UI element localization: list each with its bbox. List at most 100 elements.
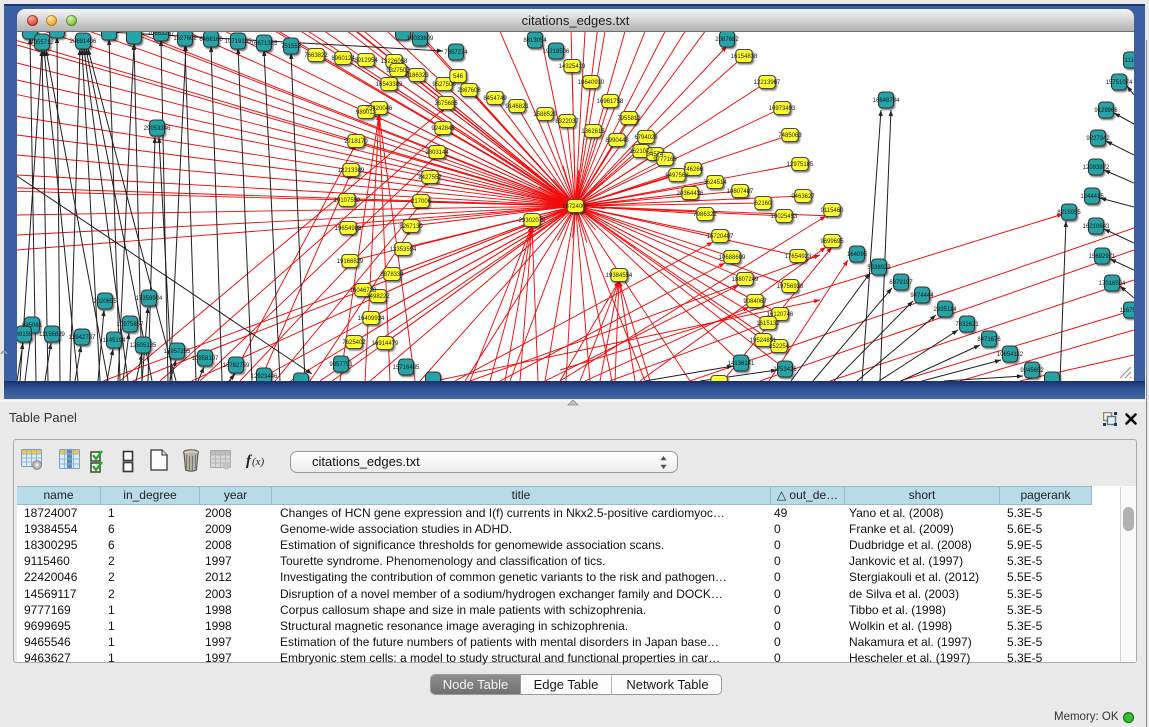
svg-text:6497568: 6497568 — [665, 173, 689, 179]
svg-text:23302075: 23302075 — [519, 218, 546, 224]
svg-text:16648784: 16648784 — [873, 98, 900, 104]
svg-text:8912954: 8912954 — [354, 58, 378, 64]
svg-text:7663822: 7663822 — [304, 53, 328, 59]
svg-text:16782759: 16782759 — [223, 363, 250, 369]
svg-text:17016504: 17016504 — [1099, 281, 1126, 287]
svg-text:1112: 1112 — [1125, 58, 1134, 64]
svg-text:17359924: 17359924 — [136, 296, 163, 302]
svg-text:14136141: 14136141 — [728, 361, 755, 367]
svg-text:2935114: 2935114 — [934, 307, 958, 313]
svg-text:7632621: 7632621 — [955, 322, 979, 328]
svg-text:3675685: 3675685 — [434, 101, 458, 107]
svg-text:19654988: 19654988 — [335, 226, 362, 232]
svg-text:12942737: 12942737 — [69, 335, 96, 341]
svg-text:19166829: 19166829 — [337, 259, 364, 265]
svg-text:2020655: 2020655 — [93, 299, 117, 305]
svg-text:10654112: 10654112 — [997, 352, 1024, 358]
svg-text:835061: 835061 — [22, 323, 43, 329]
svg-text:9463627: 9463627 — [791, 194, 815, 200]
svg-text:1244415: 1244415 — [1080, 194, 1104, 200]
svg-text:7955812: 7955812 — [617, 116, 641, 122]
svg-text:7357274: 7357274 — [444, 50, 468, 56]
svg-text:751552: 751552 — [281, 44, 302, 50]
svg-text:8960124: 8960124 — [331, 56, 355, 62]
svg-text:7625402: 7625402 — [342, 340, 366, 346]
svg-text:10653267: 10653267 — [148, 32, 175, 37]
svg-text:16914479: 16914479 — [372, 341, 399, 347]
svg-text:18640910: 18640910 — [578, 80, 605, 86]
svg-text:16543382: 16543382 — [376, 82, 403, 88]
svg-text:17957255: 17957255 — [164, 349, 191, 355]
svg-text:8990448: 8990448 — [605, 138, 629, 144]
svg-text:10025453: 10025453 — [771, 214, 798, 220]
svg-text:9699695: 9699695 — [820, 239, 844, 245]
svg-text:10719155: 10719155 — [225, 39, 252, 45]
svg-text:1145194: 1145194 — [103, 338, 127, 344]
svg-text:19218506: 19218506 — [543, 49, 570, 55]
svg-text:9146821: 9146821 — [505, 104, 529, 110]
svg-text:10973493: 10973493 — [769, 106, 796, 112]
svg-text:18807249: 18807249 — [732, 277, 759, 283]
svg-text:18724007: 18724007 — [562, 204, 589, 210]
svg-text:9084067: 9084067 — [743, 299, 767, 305]
svg-text:9129966: 9129966 — [1094, 108, 1118, 114]
svg-text:16033809: 16033809 — [407, 36, 434, 42]
svg-text:9527508: 9527508 — [432, 82, 456, 88]
svg-text:1615132: 1615132 — [756, 321, 780, 327]
svg-text:8878334: 8878334 — [380, 272, 404, 278]
svg-text:546: 546 — [453, 74, 464, 80]
svg-text:6794028: 6794028 — [634, 135, 658, 141]
svg-text:16154838: 16154838 — [731, 54, 758, 60]
svg-text:16961758: 16961758 — [597, 99, 624, 105]
svg-text:8454749: 8454749 — [483, 96, 507, 102]
svg-text:9242845: 9242845 — [431, 126, 455, 132]
svg-text:252254: 252254 — [769, 344, 790, 350]
svg-text:13353594: 13353594 — [390, 247, 417, 253]
svg-text:4055712: 4055712 — [30, 40, 54, 46]
svg-text:7986322: 7986322 — [693, 212, 717, 218]
svg-text:989013: 989013 — [356, 110, 377, 116]
svg-text:8186323: 8186323 — [405, 73, 429, 79]
svg-text:1167533: 1167533 — [1120, 308, 1134, 314]
svg-text:1753426: 1753426 — [773, 367, 797, 373]
svg-text:5938923: 5938923 — [867, 265, 891, 271]
svg-text:20364436: 20364436 — [677, 191, 704, 197]
svg-text:19756928: 19756928 — [777, 284, 804, 290]
svg-text:16210643: 16210643 — [1083, 224, 1110, 230]
svg-text:10975857: 10975857 — [117, 322, 144, 328]
svg-text:8813054: 8813054 — [523, 38, 547, 44]
svg-text:217006: 217006 — [411, 199, 432, 205]
svg-text:39159: 39159 — [17, 332, 33, 338]
svg-text:12213967: 12213967 — [754, 80, 781, 86]
svg-text:8427552: 8427552 — [418, 175, 442, 181]
svg-text:6879197: 6879197 — [889, 280, 913, 286]
svg-text:10107552: 10107552 — [334, 198, 361, 204]
svg-text:20691406: 20691406 — [70, 39, 97, 45]
svg-text:12505135: 12505135 — [130, 343, 157, 349]
svg-text:11156829: 11156829 — [39, 332, 65, 338]
svg-text:9474444: 9474444 — [910, 293, 934, 299]
svg-text:1527602: 1527602 — [173, 36, 197, 42]
svg-text:9227342: 9227342 — [1086, 136, 1110, 142]
svg-text:8267130: 8267130 — [399, 224, 423, 230]
svg-text:3624514: 3624514 — [703, 180, 727, 186]
svg-text:15720407: 15720407 — [707, 234, 734, 240]
svg-text:15716485: 15716485 — [393, 365, 420, 371]
svg-text:12923446: 12923446 — [251, 374, 278, 380]
svg-text:(x): (x) — [252, 456, 265, 468]
svg-text:746266: 746266 — [683, 167, 704, 173]
svg-text:3498222: 3498222 — [366, 294, 390, 300]
svg-text:10688609: 10688609 — [719, 255, 746, 261]
svg-text:2867608: 2867608 — [457, 88, 481, 94]
svg-text:12093872: 12093872 — [1083, 165, 1110, 171]
svg-text:19384554: 19384554 — [606, 273, 633, 279]
svg-text:2718170: 2718170 — [344, 139, 368, 145]
svg-text:9115460: 9115460 — [821, 208, 845, 214]
svg-text:8215955: 8215955 — [1057, 210, 1081, 216]
svg-text:7485063: 7485063 — [778, 133, 802, 139]
svg-text:10958107: 10958107 — [192, 356, 219, 362]
svg-text:2803144: 2803144 — [425, 150, 449, 156]
svg-text:9857791: 9857791 — [329, 362, 353, 368]
svg-text:62160: 62160 — [755, 201, 772, 207]
svg-text:16671355: 16671355 — [251, 41, 278, 47]
